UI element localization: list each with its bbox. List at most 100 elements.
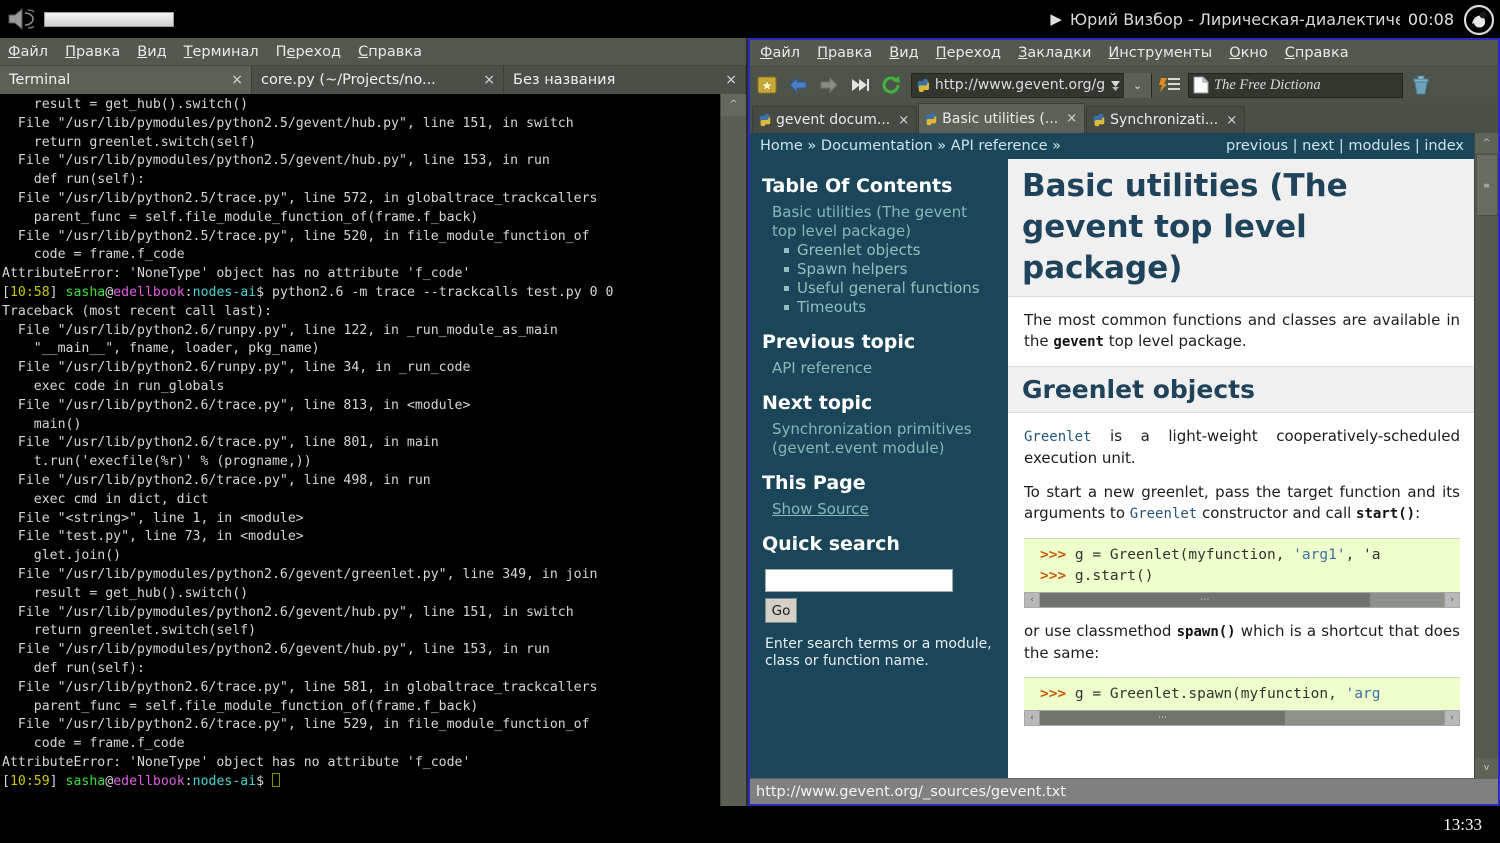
browser-menu-file[interactable]: Файл	[760, 45, 800, 61]
terminal-line: result = get_hub().switch()	[2, 585, 720, 604]
page-vertical-scrollbar[interactable]: ^ ≡ v	[1474, 133, 1498, 778]
python-favicon	[925, 112, 937, 125]
next-topic-link[interactable]: Synchronization primitives (gevent.event…	[762, 420, 996, 458]
browser-menu-help[interactable]: Справка	[1285, 45, 1349, 61]
code-block-1: >>> g = Greenlet(myfunction, 'arg1', 'a …	[1024, 538, 1460, 592]
browser-menu-edit[interactable]: Правка	[817, 45, 872, 61]
bookmark-label: The Free Dictiona	[1214, 76, 1321, 93]
terminal-menu-go[interactable]: Переход	[276, 44, 341, 60]
browser-menu-bookmarks[interactable]: Закладки	[1018, 45, 1091, 61]
go-arrow-icon[interactable]	[1107, 75, 1123, 95]
hscroll-thumb[interactable]: ⋯	[1040, 593, 1370, 607]
terminal-tab-strip: Terminal × core.py (~/Projects/no... × Б…	[0, 66, 746, 94]
terminal-span: ]	[49, 284, 66, 300]
terminal-span: AttributeError: 'NoneType' object has no…	[2, 754, 471, 770]
hscroll-track[interactable]	[1285, 711, 1444, 725]
volume-slider[interactable]	[44, 11, 174, 27]
toc-item-greenlet-objects[interactable]: Greenlet objects	[784, 241, 996, 260]
previous-topic-link[interactable]: API reference	[762, 359, 996, 378]
play-icon[interactable]: ▶	[1050, 10, 1062, 28]
close-icon[interactable]: ×	[483, 72, 495, 88]
terminal-menu-view[interactable]: Вид	[137, 44, 166, 60]
scroll-left-icon[interactable]: ‹	[1025, 593, 1040, 607]
terminal-span: exec code in run_globals	[2, 378, 225, 394]
search-go-button[interactable]: Go	[765, 598, 797, 623]
terminal-tab-untitled[interactable]: Без названия ×	[504, 66, 746, 94]
breadcrumb-path[interactable]: Home » Documentation » API reference »	[760, 138, 1061, 154]
terminal-span: def run(self):	[2, 172, 145, 188]
url-bar[interactable]: http://www.gevent.org/g ⌄	[911, 72, 1152, 98]
show-source-link[interactable]: Show Source	[762, 500, 996, 519]
terminal-span: File "test.py", line 73, in <module>	[2, 529, 304, 545]
terminal-menu-help[interactable]: Справка	[358, 44, 422, 60]
browser-menubar: Файл Правка Вид Переход Закладки Инструм…	[750, 40, 1498, 67]
browser-tab-synchronization[interactable]: Synchronizati... ×	[1086, 106, 1246, 133]
terminal-span: ]	[49, 773, 66, 789]
bookmarks-list-icon[interactable]	[1157, 72, 1183, 98]
terminal-scrollbar[interactable]: ^	[720, 94, 746, 806]
terminal-body[interactable]: result = get_hub().switch() File "/usr/l…	[0, 94, 746, 806]
close-icon[interactable]: ×	[1226, 113, 1237, 128]
back-arrow-icon[interactable]	[785, 72, 811, 98]
hscroll-track[interactable]	[1370, 593, 1444, 607]
terminal-tab-label: core.py (~/Projects/no...	[261, 72, 436, 88]
skip-forward-icon[interactable]	[847, 72, 873, 98]
search-hint-text: Enter search terms or a module, class or…	[765, 636, 992, 669]
browser-tab-gevent-docum[interactable]: gevent docum... ×	[752, 106, 918, 133]
scroll-down-icon[interactable]: v	[1474, 758, 1498, 778]
code-hscrollbar-2[interactable]: ‹ ⋯ ›	[1024, 710, 1460, 726]
url-input[interactable]: http://www.gevent.org/g	[912, 77, 1107, 93]
browser-menu-go[interactable]: Переход	[936, 45, 1001, 61]
toc-top-link[interactable]: Basic utilities (The gevent top level pa…	[762, 203, 996, 241]
terminal-span: $	[256, 773, 273, 789]
terminal-span: [	[2, 773, 10, 789]
terminal-span: nodes-ai	[192, 773, 257, 789]
close-icon[interactable]: ×	[231, 72, 243, 88]
terminal-span: File "<string>", line 1, in <module>	[2, 510, 304, 526]
browser-tab-basic-utilities[interactable]: Basic utilities (... ×	[918, 103, 1086, 133]
speaker-icon[interactable]	[6, 6, 40, 32]
code-1-body-2: g.start()	[1074, 568, 1154, 584]
chevron-down-icon[interactable]: ⌄	[1123, 72, 1151, 98]
scroll-right-icon[interactable]: ›	[1444, 593, 1459, 607]
terminal-span: File "/usr/lib/python2.5/trace.py", line…	[2, 228, 590, 244]
code-hscrollbar-1[interactable]: ‹ ⋯ ›	[1024, 592, 1460, 608]
terminal-span: File "/usr/lib/python2.6/trace.py", line…	[2, 679, 598, 695]
terminal-span: :	[184, 773, 193, 789]
toc-item-useful-general-functions[interactable]: Useful general functions	[784, 279, 996, 298]
scroll-up-icon[interactable]: ^	[1474, 133, 1498, 153]
terminal-span: nodes-ai	[192, 284, 257, 300]
terminal-menu-file[interactable]: Файл	[8, 44, 48, 60]
terminal-menu-terminal[interactable]: Терминал	[184, 44, 259, 60]
toc-item-timeouts[interactable]: Timeouts	[784, 298, 996, 317]
terminal-menu-edit[interactable]: Правка	[65, 44, 120, 60]
close-icon[interactable]: ×	[898, 113, 909, 128]
terminal-tab-corepy[interactable]: core.py (~/Projects/no... ×	[252, 66, 504, 94]
scroll-right-icon[interactable]: ›	[1444, 711, 1459, 725]
terminal-span: File "/usr/lib/pymodules/python2.6/geven…	[2, 604, 574, 620]
trash-icon[interactable]	[1408, 72, 1434, 98]
page-nav-links[interactable]: previous | next | modules | index	[1226, 138, 1464, 154]
browser-menu-view[interactable]: Вид	[889, 45, 918, 61]
close-icon[interactable]: ×	[1066, 111, 1077, 126]
vscroll-thumb[interactable]: ≡	[1475, 154, 1498, 216]
code-block-2: >>> g = Greenlet.spawn(myfunction, 'arg	[1024, 677, 1460, 710]
terminal-line: File "/usr/lib/python2.6/trace.py", line…	[2, 434, 720, 453]
terminal-line: File "/usr/lib/python2.5/trace.py", line…	[2, 190, 720, 209]
close-icon[interactable]: ×	[725, 72, 737, 88]
scroll-up-icon[interactable]: ^	[720, 94, 746, 116]
scroll-left-icon[interactable]: ‹	[1025, 711, 1040, 725]
search-input[interactable]	[765, 569, 953, 592]
gnome-tray-icon[interactable]	[1463, 4, 1495, 36]
browser-menu-tools[interactable]: Инструменты	[1108, 45, 1212, 61]
greenlet-description-paragraph: Greenlet is a light-weight cooperatively…	[1024, 426, 1460, 469]
terminal-tab-terminal[interactable]: Terminal ×	[0, 66, 252, 94]
reload-icon[interactable]	[878, 72, 904, 98]
new-tab-star-icon[interactable]	[754, 72, 780, 98]
browser-menu-window[interactable]: Окно	[1229, 45, 1268, 61]
hscroll-thumb[interactable]: ⋯	[1040, 711, 1285, 725]
status-link-text: http://www.gevent.org/_sources/gevent.tx…	[756, 783, 1066, 800]
toc-item-spawn-helpers[interactable]: Spawn helpers	[784, 260, 996, 279]
bookmark-item[interactable]: The Free Dictiona	[1188, 72, 1403, 98]
code-1-tail: , 'a	[1345, 547, 1381, 563]
